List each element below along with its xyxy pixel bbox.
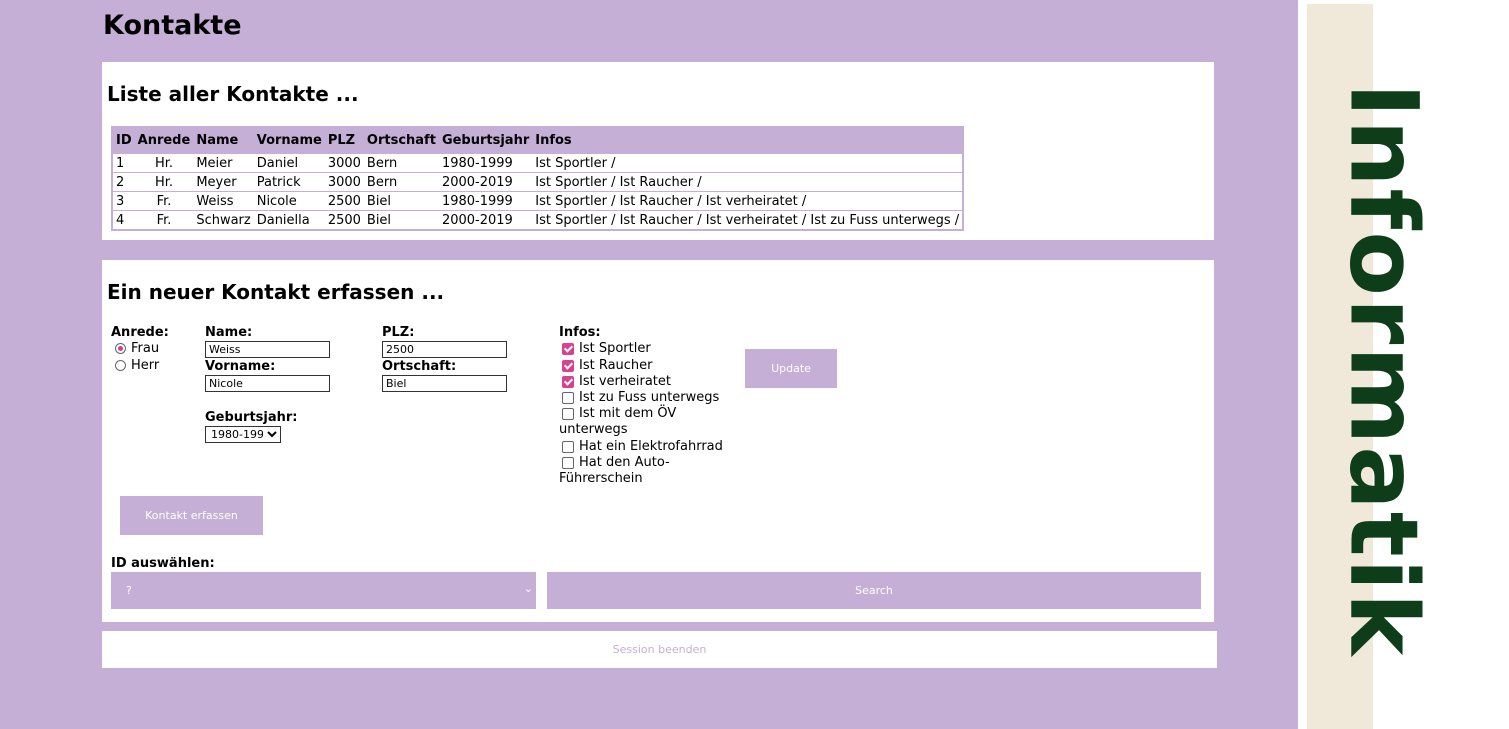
cell-anrede: Hr.: [134, 172, 194, 192]
checkbox-elektrofahrrad[interactable]: [562, 441, 574, 453]
cell-name: Meier: [193, 153, 254, 173]
checkbox-verheiratet-label: Ist verheiratet: [579, 374, 671, 389]
list-heading: Liste aller Kontakte ...: [107, 82, 359, 106]
cell-name: Schwarz: [193, 210, 254, 230]
vorname-input[interactable]: [205, 375, 330, 392]
cell-name: Weiss: [193, 191, 254, 211]
form-heading: Ein neuer Kontakt erfassen ...: [107, 280, 445, 304]
table-row: 4 Fr. Schwarz Daniella 2500 Biel 2000-20…: [112, 210, 964, 230]
cell-anrede: Fr.: [134, 191, 194, 211]
plz-label: PLZ:: [382, 325, 415, 340]
update-button[interactable]: Update: [745, 349, 837, 388]
cell-infos: Ist Sportler / Ist Raucher / Ist verheir…: [532, 210, 964, 230]
plz-input[interactable]: [382, 341, 507, 358]
contact-list-card: Liste aller Kontakte ... ID Anrede Name …: [102, 62, 1214, 240]
kontakt-erfassen-button[interactable]: Kontakt erfassen: [120, 496, 263, 535]
id-select-value: ?: [126, 584, 132, 597]
new-contact-card: Ein neuer Kontakt erfassen ... Anrede: F…: [102, 260, 1214, 622]
page-title: Kontakte: [103, 10, 242, 41]
col-infos: Infos: [532, 127, 964, 154]
cell-infos: Ist Sportler / Ist Raucher /: [532, 172, 964, 192]
checkbox-fuehrerschein-label-cont: Führerschein: [559, 471, 643, 486]
cell-vorname: Patrick: [253, 172, 325, 192]
cell-plz: 2500: [324, 210, 364, 230]
cell-plz: 3000: [324, 172, 364, 192]
radio-frau-label: Frau: [131, 341, 160, 356]
col-name: Name: [193, 127, 254, 154]
table-row: 1 Hr. Meier Daniel 3000 Bern 1980-1999 I…: [112, 153, 964, 173]
checkbox-oev-label: Ist mit dem ÖV: [579, 406, 677, 421]
checkbox-verheiratet[interactable]: [562, 376, 574, 388]
cell-ort: Bern: [363, 153, 439, 173]
id-select[interactable]: ? ⌄: [111, 572, 536, 609]
table-header-row: ID Anrede Name Vorname PLZ Ortschaft Geb…: [112, 127, 964, 154]
vorname-label: Vorname:: [205, 359, 276, 374]
col-ortschaft: Ortschaft: [363, 127, 439, 154]
checkbox-zu-fuss-label: Ist zu Fuss unterwegs: [579, 390, 720, 405]
ortschaft-input[interactable]: [382, 375, 507, 392]
geburtsjahr-select[interactable]: 1980-1999: [205, 426, 281, 443]
cell-infos: Ist Sportler / Ist Raucher / Ist verheir…: [532, 191, 964, 211]
side-title: Informatik: [1328, 82, 1438, 658]
col-id: ID: [112, 127, 135, 154]
cell-id: 4: [112, 210, 135, 230]
cell-vorname: Nicole: [253, 191, 325, 211]
radio-herr-label: Herr: [131, 358, 160, 373]
cell-name: Meyer: [193, 172, 254, 192]
checkbox-oev[interactable]: [562, 408, 574, 420]
checkbox-sportler[interactable]: [562, 343, 574, 355]
col-geburtsjahr: Geburtsjahr: [438, 127, 533, 154]
cell-jahr: 2000-2019: [438, 210, 533, 230]
radio-frau[interactable]: [115, 343, 126, 354]
contacts-table: ID Anrede Name Vorname PLZ Ortschaft Geb…: [111, 126, 965, 231]
checkbox-fuehrerschein[interactable]: [562, 457, 574, 469]
cell-vorname: Daniel: [253, 153, 325, 173]
id-label: ID auswählen:: [111, 556, 215, 571]
cell-id: 3: [112, 191, 135, 211]
checkbox-oev-label-cont: unterwegs: [559, 422, 628, 437]
geburtsjahr-label: Geburtsjahr:: [205, 410, 298, 425]
col-anrede: Anrede: [134, 127, 194, 154]
cell-infos: Ist Sportler /: [532, 153, 964, 173]
cell-anrede: Fr.: [134, 210, 194, 230]
cell-id: 2: [112, 172, 135, 192]
cell-plz: 3000: [324, 153, 364, 173]
infos-label: Infos:: [559, 325, 601, 340]
checkbox-zu-fuss[interactable]: [562, 392, 574, 404]
name-input[interactable]: [205, 341, 330, 358]
cell-jahr: 1980-1999: [438, 153, 533, 173]
table-row: 3 Fr. Weiss Nicole 2500 Biel 1980-1999 I…: [112, 191, 964, 211]
cell-plz: 2500: [324, 191, 364, 211]
session-beenden-button[interactable]: Session beenden: [102, 631, 1217, 668]
name-label: Name:: [205, 325, 253, 340]
cell-ort: Biel: [363, 210, 439, 230]
col-plz: PLZ: [324, 127, 364, 154]
cell-jahr: 2000-2019: [438, 172, 533, 192]
cell-ort: Bern: [363, 172, 439, 192]
cell-anrede: Hr.: [134, 153, 194, 173]
checkbox-fuehrerschein-label: Hat den Auto-: [579, 455, 670, 470]
anrede-label: Anrede:: [111, 325, 169, 340]
table-row: 2 Hr. Meyer Patrick 3000 Bern 2000-2019 …: [112, 172, 964, 192]
cell-ort: Biel: [363, 191, 439, 211]
chevron-down-icon: ⌄: [523, 582, 533, 595]
checkbox-elektrofahrrad-label: Hat ein Elektrofahrrad: [579, 439, 723, 454]
checkbox-sportler-label: Ist Sportler: [579, 341, 651, 356]
col-vorname: Vorname: [253, 127, 325, 154]
main-area: Kontakte Liste aller Kontakte ... ID Anr…: [0, 0, 1298, 729]
ortschaft-label: Ortschaft:: [382, 359, 457, 374]
cell-id: 1: [112, 153, 135, 173]
checkbox-raucher-label: Ist Raucher: [579, 358, 653, 373]
search-button[interactable]: Search: [547, 572, 1201, 609]
cell-vorname: Daniella: [253, 210, 325, 230]
cell-jahr: 1980-1999: [438, 191, 533, 211]
radio-herr[interactable]: [115, 360, 126, 371]
checkbox-raucher[interactable]: [562, 360, 574, 372]
